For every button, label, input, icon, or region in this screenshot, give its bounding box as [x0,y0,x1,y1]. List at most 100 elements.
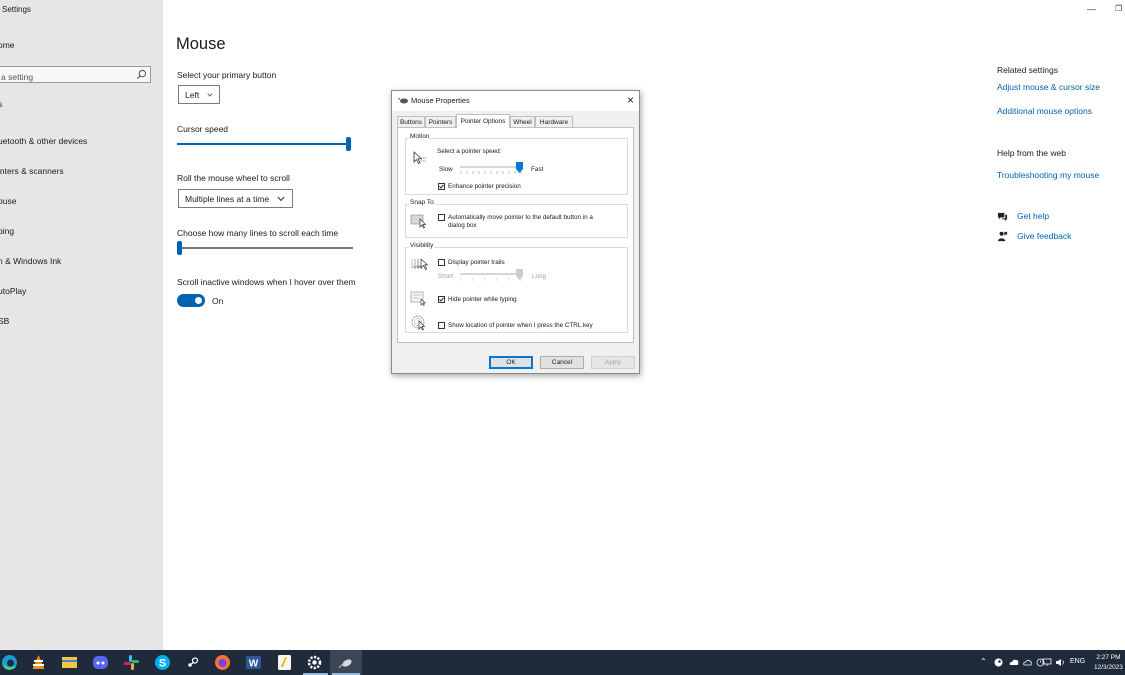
tab-pointer-options[interactable]: Pointer Options [456,114,510,128]
close-icon[interactable]: × [627,93,634,107]
primary-button-dropdown[interactable]: Left [178,85,220,104]
cursor-speed-track[interactable] [177,143,351,145]
svg-text:S: S [159,658,166,670]
sidebar-item-system[interactable]: s [0,99,2,109]
hide-pointer-checkbox[interactable] [438,296,445,303]
snap-checkbox[interactable] [438,214,445,221]
link-give-feedback[interactable]: Give feedback [1017,231,1071,241]
word-icon[interactable]: W [245,654,262,671]
snap-to-icon [410,214,427,229]
volume-icon[interactable] [1055,658,1066,667]
precision-checkbox[interactable] [438,183,445,190]
hide-pointer-label: Hide pointer while typing [448,296,517,303]
inactive-scroll-toggle[interactable] [177,294,205,307]
related-settings-title: Related settings [997,65,1058,75]
scroll-value: Multiple lines at a time [185,193,270,204]
mouse-properties-dialog: Mouse Properties × Buttons Pointers Poin… [391,90,640,374]
visibility-group: Visibility Display pointer trails Short … [405,242,628,333]
sidebar-item-bluetooth[interactable]: uetooth & other devices [0,136,87,146]
sidebar-item-autoplay[interactable]: utoPlay [0,286,26,296]
cloud-sync-icon[interactable] [1023,658,1032,667]
lines-label: Choose how many lines to scroll each tim… [177,228,339,238]
link-adjust-mouse-cursor[interactable]: Adjust mouse & cursor size [997,82,1100,92]
tab-buttons[interactable]: Buttons [397,116,425,127]
show-location-icon [411,315,426,331]
motion-group: Motion Select a pointer speed: Slow Fast… [405,133,628,195]
tab-wheel[interactable]: Wheel [510,116,535,127]
clock-time: 2:27 PM [1096,654,1121,661]
firefox-icon[interactable] [214,654,231,671]
chevron-up-icon[interactable]: ⌃ [980,657,987,666]
settings-icon[interactable] [306,654,323,671]
search-box[interactable] [0,66,151,85]
slack-icon[interactable] [123,654,140,671]
dialog-title: Mouse Properties [411,96,470,105]
chevron-down-icon [277,196,285,201]
sticky-app-icon[interactable] [276,654,293,671]
long-label: Long [532,273,547,280]
discord-icon[interactable] [92,654,109,671]
lines-track[interactable] [177,247,353,249]
fast-label: Fast [531,166,544,173]
settings-sidebar: Settings ome s uetooth & other devices i… [0,0,163,650]
steam-icon[interactable] [184,654,201,671]
clock[interactable]: 2:27 PM 12/3/2023 [1094,653,1123,673]
skype-icon[interactable]: S [154,654,171,671]
link-troubleshooting[interactable]: Troubleshooting my mouse [997,170,1099,180]
precision-label: Enhance pointer precision [448,183,521,190]
sidebar-item-usb[interactable]: SB [0,316,9,326]
tab-hardware[interactable]: Hardware [535,116,573,127]
trails-checkbox[interactable] [438,259,445,266]
app-title: Settings [2,5,31,14]
vlc-icon[interactable] [30,654,47,671]
help-title: Help from the web [997,148,1066,158]
primary-button-label: Select your primary button [177,70,277,80]
network-icon[interactable] [1042,658,1053,667]
lines-thumb[interactable] [177,241,182,255]
steam-tray-icon[interactable] [994,658,1003,667]
minimize-button[interactable]: — [1087,4,1096,14]
visibility-group-title: Visibility [409,242,435,249]
language-indicator[interactable]: ENG [1070,658,1085,665]
cursor-speed-thumb[interactable] [346,137,351,151]
feedback-icon [997,231,1008,242]
trails-ticks [460,278,522,281]
sidebar-item-printers[interactable]: inters & scanners [0,166,64,176]
mouse-properties-icon[interactable] [337,654,354,671]
sidebar-item-pen[interactable]: n & Windows Ink [0,256,61,266]
tab-pointers[interactable]: Pointers [425,116,456,127]
motion-group-title: Motion [409,133,431,140]
file-explorer-icon[interactable] [61,654,78,671]
toggle-knob [195,297,202,304]
inactive-scroll-state: On [212,296,224,306]
search-input[interactable] [0,69,126,85]
apply-button[interactable]: Apply [591,356,635,369]
pointer-options-panel: Motion Select a pointer speed: Slow Fast… [397,127,634,343]
link-get-help[interactable]: Get help [1017,211,1049,221]
edge-icon[interactable] [1,654,18,671]
cancel-button[interactable]: Cancel [540,356,584,369]
sidebar-home[interactable]: ome [0,40,15,50]
sidebar-item-mouse[interactable]: ouse [0,196,16,206]
show-location-checkbox[interactable] [438,322,445,329]
hide-pointer-icon [410,291,427,306]
dialog-titlebar[interactable]: Mouse Properties × [392,91,639,111]
pointer-speed-track[interactable] [460,166,523,168]
restore-button[interactable]: ❐ [1115,4,1122,13]
clock-date: 12/3/2023 [1094,664,1123,671]
sidebar-item-typing[interactable]: ping [0,226,14,236]
slow-label: Slow [439,166,453,173]
onedrive-icon[interactable] [1009,659,1019,666]
primary-button-value: Left [185,89,200,100]
pointer-trails-icon [411,258,428,270]
inactive-scroll-label: Scroll inactive windows when I hover ove… [177,277,356,287]
link-additional-mouse-options[interactable]: Additional mouse options [997,106,1092,116]
trails-label: Display pointer trails [448,259,505,266]
chevron-down-icon [207,92,213,97]
scroll-dropdown[interactable]: Multiple lines at a time [178,189,293,208]
short-label: Short [438,273,454,280]
pointer-speed-thumb[interactable] [516,162,523,173]
snap-label-line1: Automatically move pointer to the defaul… [448,214,593,221]
ok-button[interactable]: OK [489,356,533,369]
snap-group: Snap To Automatically move pointer to th… [405,199,628,238]
